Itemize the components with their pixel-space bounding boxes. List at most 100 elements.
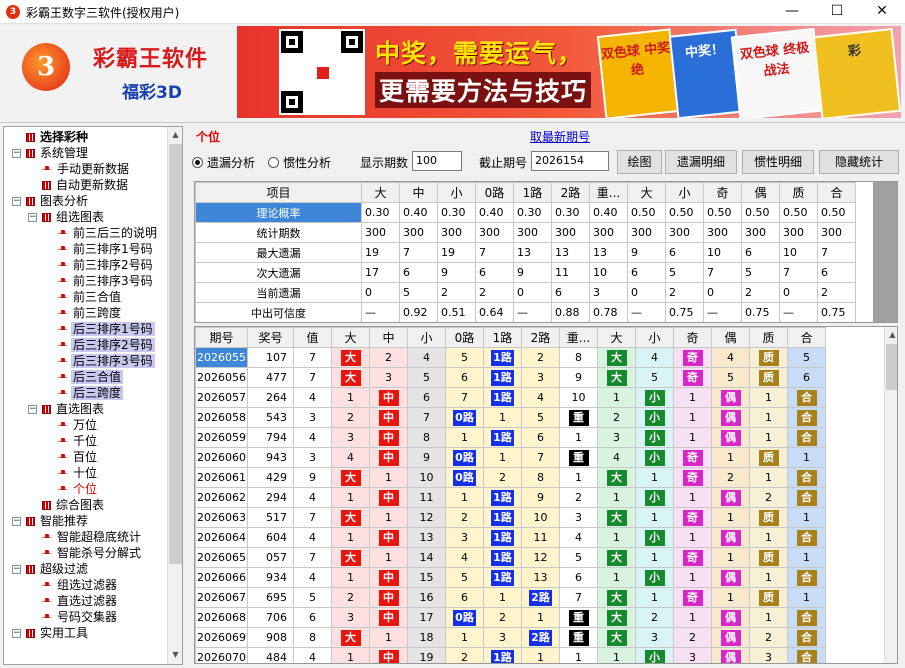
tree-item[interactable]: 后三排序3号码 <box>56 353 155 369</box>
maximize-button[interactable]: ☐ <box>815 0 859 24</box>
tree-item[interactable]: − 系统管理 <box>12 145 90 161</box>
tree-item[interactable]: 前三合值 <box>56 289 123 305</box>
tree-item[interactable]: 前三排序3号码 <box>56 273 155 289</box>
tree-item[interactable]: 后三合值 <box>56 369 124 385</box>
history-column-header[interactable]: 中 <box>369 327 408 348</box>
history-column-header[interactable]: 1路 <box>483 327 522 348</box>
tree-item[interactable]: 前三后三的说明 <box>56 225 159 241</box>
history-column-header[interactable]: 期号 <box>195 327 248 348</box>
history-column-header[interactable]: 奇 <box>673 327 712 348</box>
history-column-header[interactable]: 值 <box>293 327 332 348</box>
history-column-header[interactable]: 大 <box>331 327 370 348</box>
stats-column-header[interactable]: 质 <box>779 182 818 203</box>
history-row[interactable]: 2026070 484 4 1 中 19 2 1路 1 1 1 小 3 偶 3 合 <box>195 647 826 663</box>
count-input[interactable]: 100 <box>412 151 462 171</box>
scroll-up-icon[interactable]: ▲ <box>168 127 182 143</box>
history-row[interactable]: 2026063 517 7 大 1 12 2 1路 10 3 大 1 奇 1 质 1 <box>195 507 826 528</box>
history-scroll-thumb[interactable] <box>886 344 897 390</box>
history-column-header[interactable]: 奖号 <box>247 327 294 348</box>
stats-column-header[interactable]: 0路 <box>475 182 514 203</box>
stats-row-label[interactable]: 理论概率 <box>195 202 362 223</box>
collapse-toggle-icon[interactable]: − <box>28 213 37 222</box>
tree-item[interactable]: 百位 <box>56 449 99 465</box>
collapse-toggle-icon[interactable]: − <box>12 197 21 206</box>
minimize-button[interactable]: — <box>770 0 814 24</box>
stats-row-label[interactable]: 次大遗漏 <box>195 262 362 283</box>
inertia-detail-button[interactable]: 惯性明细 <box>742 150 814 174</box>
history-row[interactable]: 2026069 908 8 大 1 18 1 3 2路重大 3 2 偶 2 合 <box>195 627 826 648</box>
hide-stats-button[interactable]: 隐藏统计 <box>819 150 899 174</box>
stats-column-header[interactable]: 重... <box>589 182 628 203</box>
tree-item[interactable]: 智能超稳底统计 <box>40 529 143 545</box>
collapse-toggle-icon[interactable]: − <box>28 405 37 414</box>
tree-item[interactable]: − 组选图表 <box>28 209 106 225</box>
stats-row-label[interactable]: 当前遗漏 <box>195 282 362 303</box>
tree-item[interactable]: 组选过滤器 <box>40 577 119 593</box>
stats-column-header[interactable]: 奇 <box>703 182 742 203</box>
stats-column-header[interactable]: 小 <box>437 182 476 203</box>
history-row[interactable]: 2026061 429 9 大 1 10 0路 2 8 1 大 1 奇 2 1 合 <box>195 467 826 488</box>
collapse-toggle-icon[interactable]: − <box>12 565 21 574</box>
stats-column-header[interactable]: 1路 <box>513 182 552 203</box>
tree-item[interactable]: 前三排序2号码 <box>56 257 155 273</box>
tree-item[interactable]: 后三排序2号码 <box>56 337 155 353</box>
tree-item[interactable]: 智能杀号分解式 <box>40 545 143 561</box>
history-row[interactable]: 2026064 604 4 1 中 13 3 1路 11 4 1 小 1 偶 1 合 <box>195 527 826 548</box>
missing-detail-button[interactable]: 遗漏明细 <box>665 150 737 174</box>
tree-item[interactable]: 直选过滤器 <box>40 593 119 609</box>
collapse-toggle-icon[interactable]: − <box>12 629 21 638</box>
tree-item[interactable]: 前三排序1号码 <box>56 241 155 257</box>
tree-item[interactable]: 选择彩种 <box>24 129 90 145</box>
tree-item[interactable]: 后三跨度 <box>56 385 124 401</box>
stats-row-label[interactable]: 中出可信度 <box>195 302 362 322</box>
tree-item[interactable]: 千位 <box>56 433 99 449</box>
history-row[interactable]: 2026056 477 7 大 3 5 6 1路 3 9 大 5 奇 5 质 6 <box>195 367 826 388</box>
history-column-header[interactable]: 大 <box>597 327 636 348</box>
scroll-up-icon[interactable]: ▲ <box>885 327 897 343</box>
tree-item[interactable]: 手动更新数据 <box>40 161 131 177</box>
history-row[interactable]: 2026062 294 4 1 中 11 1 1路 9 2 1 小 1 偶 2 合 <box>195 487 826 508</box>
history-row[interactable]: 2026065 057 7 大 1 14 4 1路 12 5 大 1 奇 1 质 1 <box>195 547 826 568</box>
history-row[interactable]: 2026059 794 4 3 中 8 1 1路 6 1 3 小 1 偶 1 合 <box>195 427 826 448</box>
close-button[interactable]: ✕ <box>860 0 904 24</box>
missing-analysis-radio[interactable]: 遗漏分析 <box>192 154 255 171</box>
history-row[interactable]: 2026058 543 3 2 中 7 0路 1 5 重 2 小 1 偶 1 合 <box>195 407 826 428</box>
collapse-toggle-icon[interactable]: − <box>12 517 21 526</box>
history-row[interactable]: 2026060 943 3 4 中 9 0路 1 7 重 4 小奇 1 质 1 <box>195 447 826 468</box>
inertia-analysis-radio[interactable]: 惯性分析 <box>268 154 331 171</box>
tree-scroll-thumb[interactable] <box>169 144 182 564</box>
tree-item[interactable]: − 超级过滤 <box>12 561 90 577</box>
tree-scrollbar[interactable]: ▲ ▼ <box>167 127 182 664</box>
history-column-header[interactable]: 0路 <box>445 327 484 348</box>
tree-item[interactable]: 万位 <box>56 417 99 433</box>
until-input[interactable]: 2026154 <box>531 151 609 171</box>
scroll-down-icon[interactable]: ▼ <box>168 647 182 663</box>
tree-item[interactable]: 自动更新数据 <box>40 177 130 193</box>
history-row[interactable]: 2026067 695 5 2 中 16 6 1 2路 7 大 1 奇 1 质 1 <box>195 587 826 608</box>
stats-column-header[interactable]: 大 <box>627 182 666 203</box>
tree-item[interactable]: 后三排序1号码 <box>56 321 155 337</box>
history-column-header[interactable]: 小 <box>407 327 446 348</box>
stats-column-header[interactable]: 小 <box>665 182 704 203</box>
stats-column-header[interactable]: 中 <box>399 182 438 203</box>
tree-item[interactable]: − 智能推荐 <box>12 513 90 529</box>
tree-item[interactable]: − 实用工具 <box>12 625 90 641</box>
tree-item[interactable]: 综合图表 <box>40 497 106 513</box>
tree-item[interactable]: 个位 <box>56 481 99 497</box>
tree-item[interactable]: 号码交集器 <box>40 609 119 625</box>
chart-button[interactable]: 绘图 <box>617 150 662 174</box>
stats-column-header[interactable]: 2路 <box>551 182 590 203</box>
stats-column-header[interactable]: 大 <box>361 182 400 203</box>
history-column-header[interactable]: 重... <box>559 327 598 348</box>
ad-banner[interactable]: 中奖，需要运气， 更需要方法与技巧 双色球 中奖绝 中奖！ 双色球 终极战法 彩 <box>237 26 901 118</box>
history-row[interactable]: 2026057 264 4 1 中 6 7 1路 4 10 1 小 1 偶 1 合 <box>195 387 826 408</box>
latest-issue-link[interactable]: 取最新期号 <box>530 128 590 145</box>
history-column-header[interactable]: 质 <box>749 327 788 348</box>
tree-item[interactable]: − 直选图表 <box>28 401 106 417</box>
tree-item[interactable]: − 图表分析 <box>12 193 90 209</box>
tree-item[interactable]: 前三跨度 <box>56 305 123 321</box>
stats-column-header[interactable]: 合 <box>817 182 856 203</box>
history-column-header[interactable]: 合 <box>787 327 826 348</box>
history-table-container[interactable]: 期号 奖号值大中小 0路 1路 2路 重... 大小奇偶质合 2026055 107 7 大 2 4 5 1… <box>194 326 898 664</box>
stats-column-header[interactable]: 项目 <box>195 182 362 203</box>
